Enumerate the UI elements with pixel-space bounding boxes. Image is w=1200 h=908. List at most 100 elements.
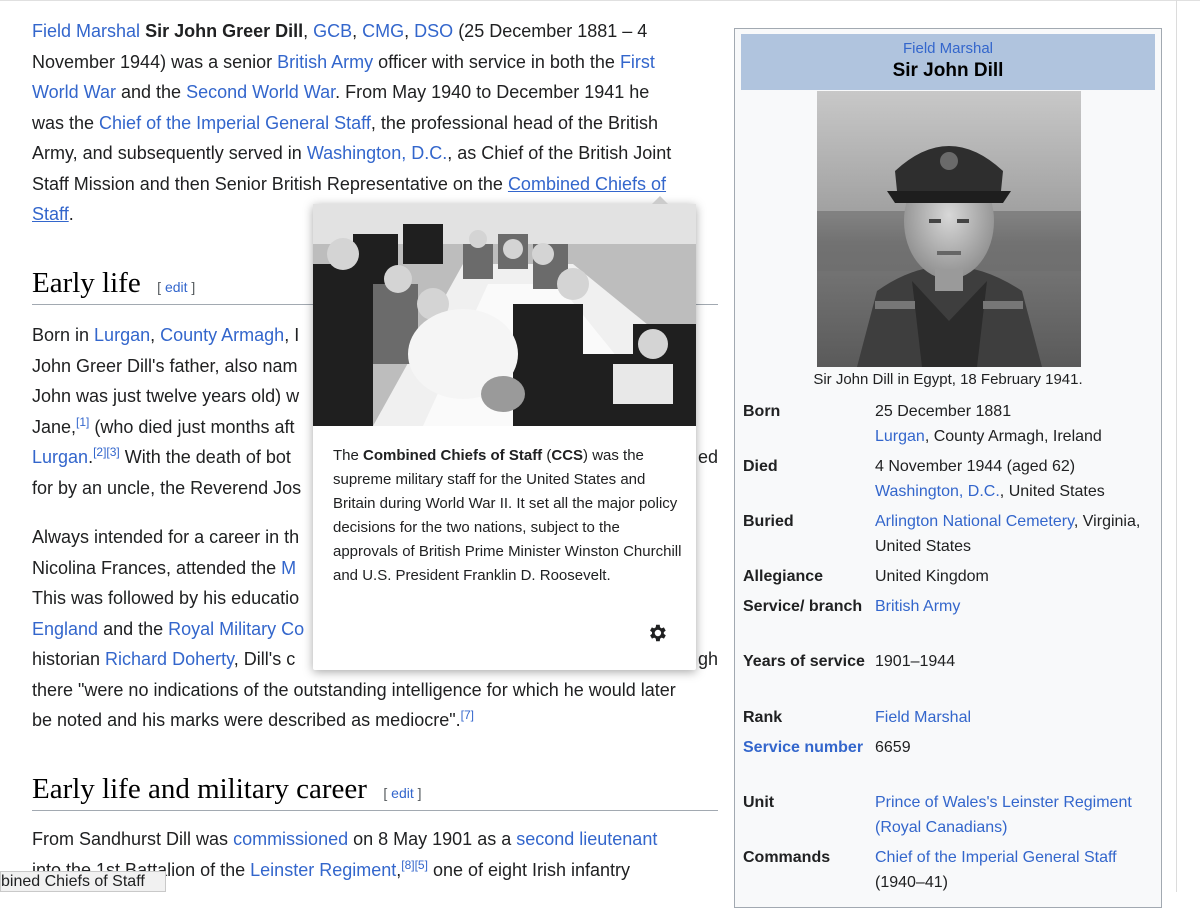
text-fragment: ed bbox=[698, 447, 719, 467]
text: there "were no indications of the outsta… bbox=[32, 679, 676, 700]
text-line: World War and the Second World War. From… bbox=[32, 77, 712, 108]
edit-section: [ edit ] bbox=[157, 279, 196, 295]
text: (who died just months aft bbox=[89, 416, 295, 437]
text: , bbox=[303, 21, 314, 41]
text-line: November 1944) was a senior British Army… bbox=[32, 47, 712, 78]
infobox-label[interactable]: Service number bbox=[743, 735, 868, 760]
text: Staff Mission and then Senior British Re… bbox=[32, 173, 508, 194]
wiki-link[interactable]: Richard Doherty bbox=[105, 649, 234, 669]
wiki-link[interactable]: World War bbox=[32, 82, 116, 102]
text: ( bbox=[542, 447, 552, 464]
text-fragment: gh bbox=[698, 649, 719, 669]
wiki-link[interactable]: DSO bbox=[414, 21, 453, 41]
section-heading: Early life bbox=[32, 267, 141, 299]
wiki-link[interactable]: second lieutenant bbox=[516, 829, 657, 849]
wiki-link[interactable]: Staff bbox=[32, 204, 69, 224]
text-line: Army, and subsequently served in Washing… bbox=[32, 138, 712, 169]
gear-icon[interactable] bbox=[646, 622, 668, 644]
wiki-link[interactable]: Second World War bbox=[186, 82, 335, 102]
text: officer with service in both the bbox=[373, 51, 620, 72]
text: for by an uncle, the Reverend Jos bbox=[32, 477, 302, 498]
text: 4 November 1944 (aged 62) bbox=[875, 458, 1076, 475]
text: Always intended for a career in th bbox=[32, 527, 300, 547]
preview-image bbox=[313, 204, 696, 426]
portrait-image bbox=[817, 91, 1081, 367]
wiki-link[interactable]: British Army bbox=[875, 598, 960, 615]
wiki-link[interactable]: England bbox=[32, 619, 98, 639]
wiki-link[interactable]: Field Marshal bbox=[875, 709, 971, 726]
intro-paragraph: Field Marshal Sir John Greer Dill, GCB , … bbox=[32, 16, 712, 230]
wiki-link[interactable]: Washington, D.C. bbox=[307, 143, 447, 163]
citation-link[interactable]: [1] bbox=[76, 415, 89, 429]
text: This was followed by his educatio bbox=[32, 588, 300, 608]
bold-text: Combined Chiefs of Staff bbox=[363, 447, 543, 464]
scrollbar-track[interactable] bbox=[1176, 0, 1177, 892]
text: , Virginia, bbox=[1073, 513, 1141, 530]
infobox-label: Died bbox=[743, 458, 778, 475]
infobox: Field Marshal Sir John Dill Sir John Dil… bbox=[734, 28, 1162, 908]
text: . From May 1940 to December 1941 he bbox=[335, 82, 650, 102]
wiki-link[interactable]: (Royal Canadians) bbox=[875, 819, 1008, 836]
portrait-photo[interactable] bbox=[817, 91, 1081, 367]
preview-extract[interactable]: The Combined Chiefs of Staff (CCS) was t… bbox=[333, 444, 683, 588]
text: , County Armagh, Ireland bbox=[924, 428, 1102, 445]
text: . bbox=[68, 204, 74, 224]
citation-link[interactable]: [7] bbox=[461, 708, 474, 722]
value-line: 6659 bbox=[875, 735, 1165, 760]
wiki-link[interactable]: County Armagh bbox=[160, 325, 284, 345]
wiki-link[interactable]: Chief of the Imperial General Staff bbox=[875, 849, 1117, 866]
text: Jane, bbox=[32, 416, 77, 437]
photo-caption: Sir John Dill in Egypt, 18 February 1941… bbox=[813, 371, 1083, 388]
infobox-value: Chief of the Imperial General Staff (1940… bbox=[875, 845, 1165, 895]
text: (25 December 1881 – 4 bbox=[453, 21, 648, 41]
wiki-link[interactable]: Leinster Regiment bbox=[250, 860, 396, 880]
wiki-link[interactable]: Washington, D.C. bbox=[875, 483, 1000, 500]
value-line: Prince of Wales's Leinster Regiment bbox=[875, 790, 1165, 815]
wiki-link[interactable]: First bbox=[620, 52, 655, 72]
text: , I bbox=[284, 325, 300, 345]
page-preview-popup[interactable]: The Combined Chiefs of Staff (CCS) was t… bbox=[313, 196, 696, 670]
wiki-link[interactable]: Chief of the Imperial General Staff bbox=[99, 113, 371, 133]
wiki-link[interactable]: Combined Chiefs of bbox=[508, 174, 666, 194]
text-line: Staff Mission and then Senior British Re… bbox=[32, 169, 712, 200]
wiki-link[interactable]: Arlington National Cemetery bbox=[875, 513, 1074, 530]
wiki-link[interactable]: commissioned bbox=[233, 829, 348, 849]
text: , bbox=[404, 21, 415, 41]
infobox-value: British Army bbox=[875, 594, 1165, 619]
text: 6659 bbox=[875, 739, 911, 756]
infobox-label: Years of service bbox=[743, 653, 865, 670]
popup-arrow bbox=[652, 196, 668, 204]
text-line: From Sandhurst Dill was commissioned on … bbox=[32, 824, 712, 855]
citation-link[interactable]: [8] bbox=[401, 858, 414, 872]
preview-thumbnail[interactable] bbox=[313, 204, 696, 426]
citation-link[interactable]: [2] bbox=[93, 445, 106, 459]
edit-link[interactable]: edit bbox=[391, 785, 414, 801]
text: Nicolina Frances, attended the bbox=[32, 557, 282, 578]
bold-text: Sir John Greer Dill bbox=[145, 21, 304, 41]
text: , bbox=[352, 21, 363, 41]
wiki-link[interactable]: Lurgan bbox=[94, 325, 150, 345]
citation-link[interactable]: [5] bbox=[415, 858, 428, 872]
wiki-link[interactable]: Lurgan bbox=[875, 428, 925, 445]
edit-link[interactable]: edit bbox=[165, 279, 188, 295]
text-line: be noted and his marks were described as… bbox=[32, 705, 712, 736]
text: United Kingdom bbox=[875, 568, 989, 585]
citation-link[interactable]: [3] bbox=[106, 445, 119, 459]
text: Army, and subsequently served in bbox=[32, 143, 307, 163]
wiki-link[interactable]: CMG bbox=[362, 21, 404, 41]
value-line: Arlington National Cemetery, Virginia, bbox=[875, 509, 1165, 534]
value-line: British Army bbox=[875, 594, 1165, 619]
wiki-link[interactable]: British Army bbox=[277, 52, 373, 72]
wiki-link[interactable]: GCB bbox=[313, 21, 352, 41]
text: , the professional head of the British bbox=[370, 112, 659, 133]
wiki-link[interactable]: Field Marshal bbox=[32, 21, 140, 41]
infobox-label: Buried bbox=[743, 513, 794, 530]
infobox-label: Allegiance bbox=[743, 568, 824, 585]
wiki-link[interactable]: Lurgan bbox=[32, 447, 88, 467]
text-line: was the Chief of the Imperial General St… bbox=[32, 108, 712, 139]
wiki-link[interactable]: Royal Military Co bbox=[168, 619, 304, 639]
wiki-link[interactable]: Prince of Wales's Leinster Regiment bbox=[875, 794, 1132, 811]
value-line: (1940–41) bbox=[875, 870, 1165, 895]
infobox-rank[interactable]: Field Marshal bbox=[741, 40, 1155, 58]
wiki-link[interactable]: M bbox=[281, 558, 296, 578]
